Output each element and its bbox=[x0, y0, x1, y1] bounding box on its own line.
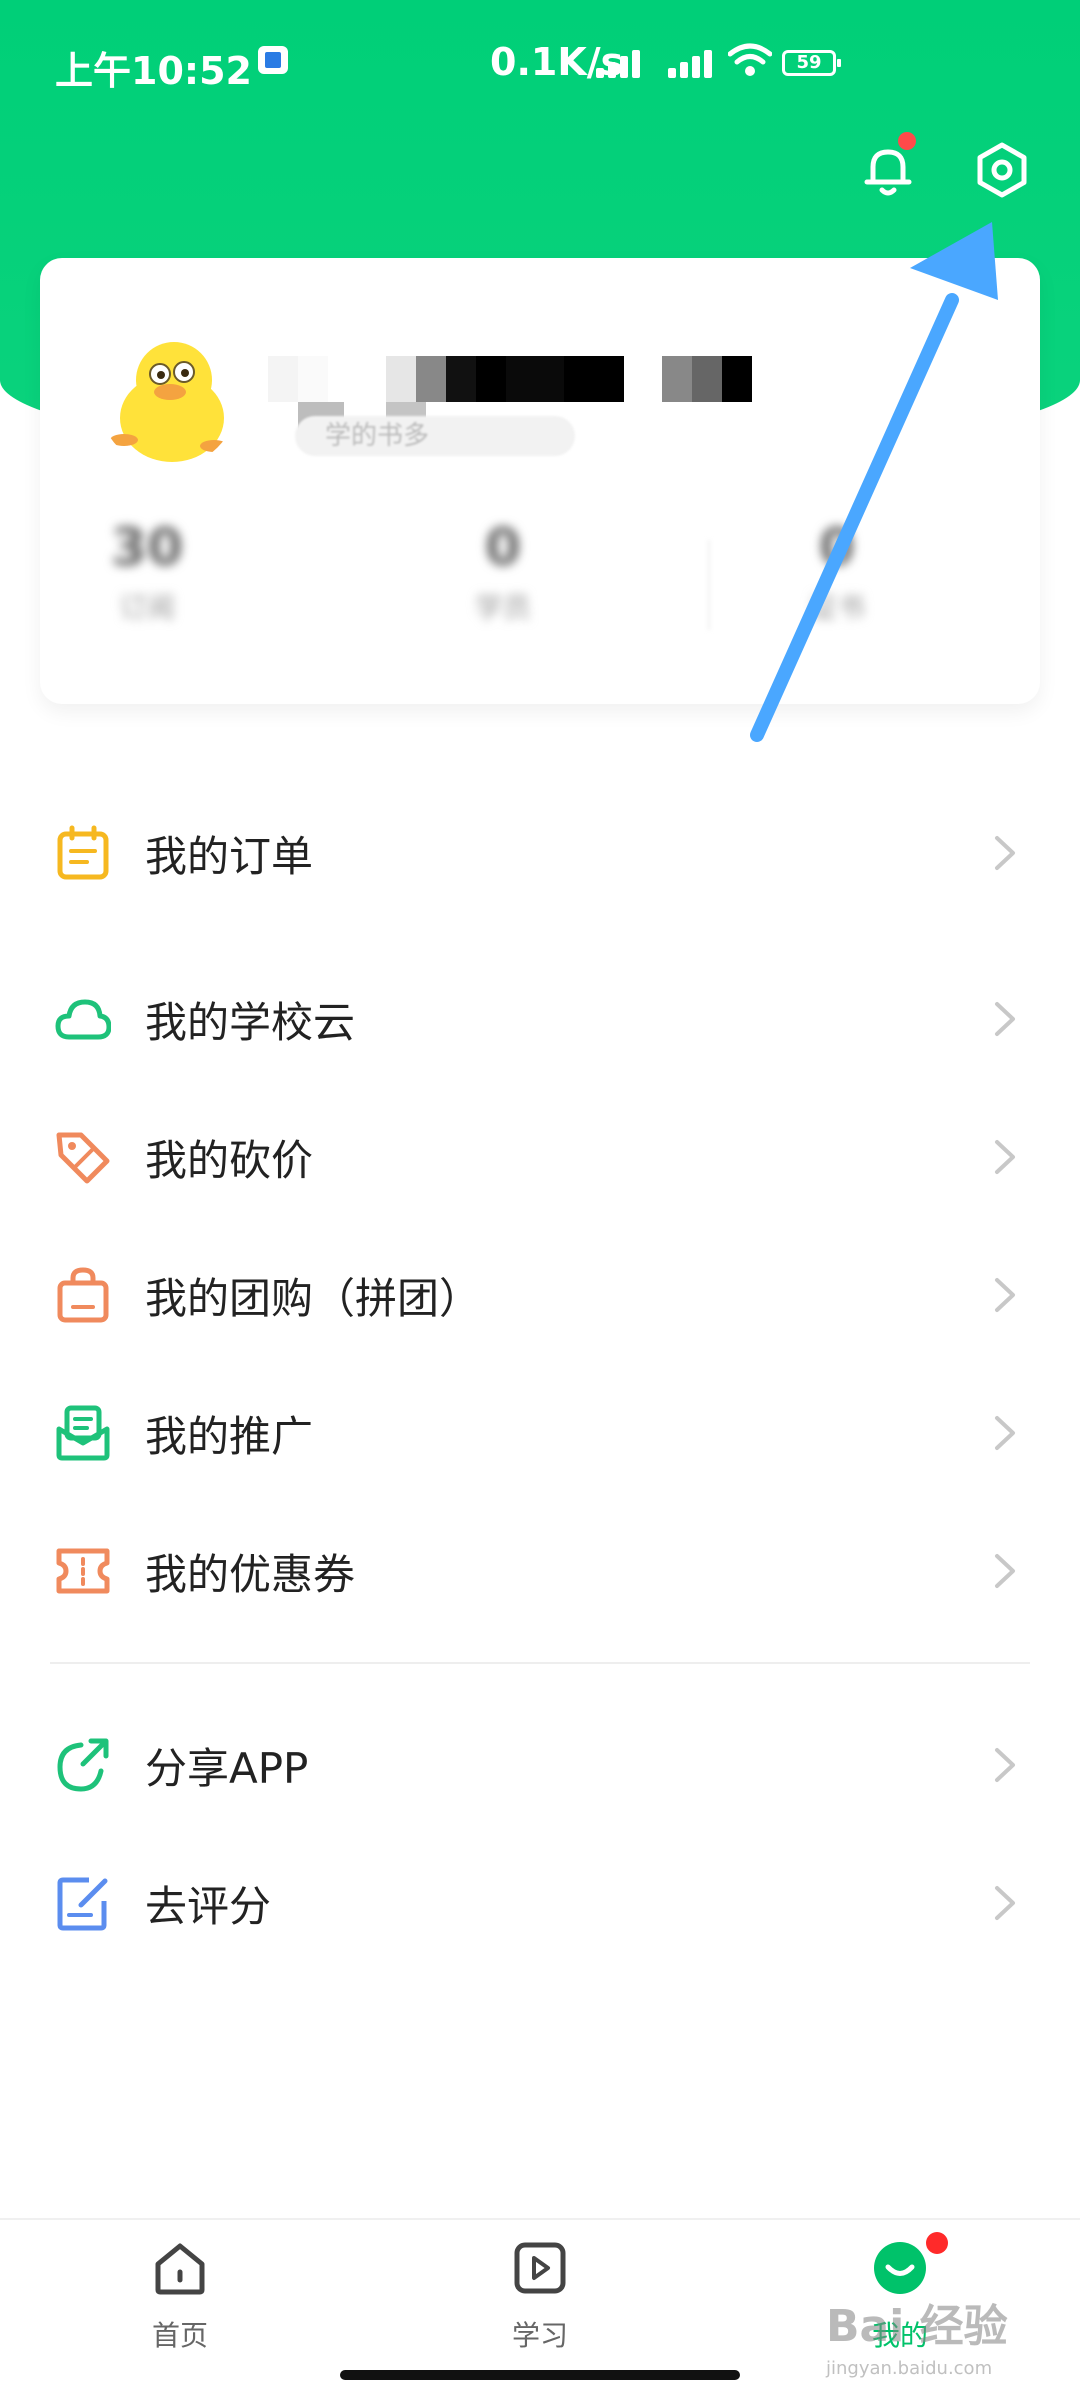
chevron-right-icon bbox=[995, 1278, 1015, 1312]
chevron-right-icon bbox=[995, 836, 1015, 870]
menu-item-label: 我的推广 bbox=[145, 1412, 314, 1461]
menu-item-promotion[interactable]: 我的推广 bbox=[0, 1370, 1080, 1490]
menu-item-label: 我的学校云 bbox=[145, 998, 356, 1047]
menu-item-orders[interactable]: 我的订单 bbox=[0, 790, 1080, 910]
menu-item-label: 分享APP bbox=[145, 1744, 309, 1793]
signal-icon bbox=[596, 48, 644, 78]
profile-subtitle: 学的书多 bbox=[295, 416, 575, 456]
chevron-right-icon bbox=[995, 1002, 1015, 1036]
price-tag-icon bbox=[56, 1132, 110, 1184]
play-icon bbox=[512, 2240, 568, 2296]
tab-notification-dot bbox=[926, 2232, 948, 2254]
shopping-bag-icon bbox=[57, 1267, 109, 1323]
menu-item-label: 去评分 bbox=[145, 1882, 272, 1931]
notification-dot bbox=[898, 132, 916, 150]
menu-item-label: 我的团购（拼团） bbox=[145, 1274, 482, 1323]
stat-value: 0 bbox=[818, 518, 856, 578]
coupon-icon bbox=[56, 1548, 110, 1594]
stat-label: 证书 bbox=[808, 591, 865, 624]
chevron-right-icon bbox=[995, 1140, 1015, 1174]
baidu-watermark-url: jingyan.baidu.com bbox=[826, 2358, 993, 2379]
share-icon bbox=[57, 1738, 109, 1792]
username-redacted bbox=[268, 356, 888, 432]
duck-avatar-image bbox=[110, 342, 228, 462]
menu-item-label: 我的优惠券 bbox=[145, 1550, 356, 1599]
chevron-right-icon bbox=[995, 1748, 1015, 1782]
smiley-profile-icon bbox=[872, 2232, 948, 2296]
avatar[interactable] bbox=[98, 328, 238, 468]
menu-item-label: 我的订单 bbox=[145, 832, 314, 881]
status-time: 上午10:52 bbox=[55, 49, 252, 93]
stat-label: 学员 bbox=[474, 591, 531, 624]
tab-label: 学习 bbox=[511, 2319, 568, 2352]
menu-item-label: 我的砍价 bbox=[145, 1136, 314, 1185]
menu-item-coupons[interactable]: 我的优惠券 bbox=[0, 1508, 1080, 1628]
menu-item-rate[interactable]: 去评分 bbox=[0, 1840, 1080, 1960]
stat-value: 0 bbox=[484, 518, 522, 578]
rate-edit-icon bbox=[57, 1877, 108, 1931]
settings-button[interactable] bbox=[972, 140, 1032, 200]
stat-value: 30 bbox=[110, 518, 184, 578]
settings-icon bbox=[977, 142, 1027, 198]
menu-item-share-app[interactable]: 分享APP bbox=[0, 1702, 1080, 1822]
cloud-icon bbox=[55, 999, 111, 1040]
battery-icon: 59 bbox=[782, 50, 841, 76]
promotion-icon bbox=[56, 1405, 110, 1461]
tab-study[interactable]: 学习 bbox=[470, 2240, 610, 2354]
profile-card[interactable]: 学的书多 30 订阅 0 学员 0 证书 bbox=[40, 258, 1040, 704]
notification-app-icon bbox=[258, 46, 288, 74]
signal-icon bbox=[668, 48, 716, 78]
home-indicator[interactable] bbox=[340, 2370, 740, 2380]
menu-item-group-buy[interactable]: 我的团购（拼团） bbox=[0, 1232, 1080, 1352]
stat-certificates[interactable]: 0 证书 bbox=[762, 518, 912, 626]
tab-home[interactable]: 首页 bbox=[110, 2240, 250, 2354]
status-bar: 上午10:52 0.1K/s 59 bbox=[0, 0, 1080, 110]
chevron-right-icon bbox=[995, 1416, 1015, 1450]
stat-subscriptions[interactable]: 30 订阅 bbox=[72, 518, 222, 626]
home-icon bbox=[152, 2240, 208, 2296]
order-icon bbox=[57, 825, 109, 880]
menu-item-bargain[interactable]: 我的砍价 bbox=[0, 1094, 1080, 1214]
tab-label: 首页 bbox=[151, 2319, 208, 2352]
stat-students[interactable]: 0 学员 bbox=[428, 518, 578, 626]
wifi-icon bbox=[728, 43, 772, 76]
stat-divider bbox=[708, 540, 710, 630]
menu-item-school-cloud[interactable]: 我的学校云 bbox=[0, 956, 1080, 1076]
chevron-right-icon bbox=[995, 1554, 1015, 1588]
chevron-right-icon bbox=[995, 1886, 1015, 1920]
menu-divider bbox=[50, 1662, 1030, 1664]
stat-label: 订阅 bbox=[118, 591, 175, 624]
notification-button[interactable] bbox=[858, 132, 918, 200]
